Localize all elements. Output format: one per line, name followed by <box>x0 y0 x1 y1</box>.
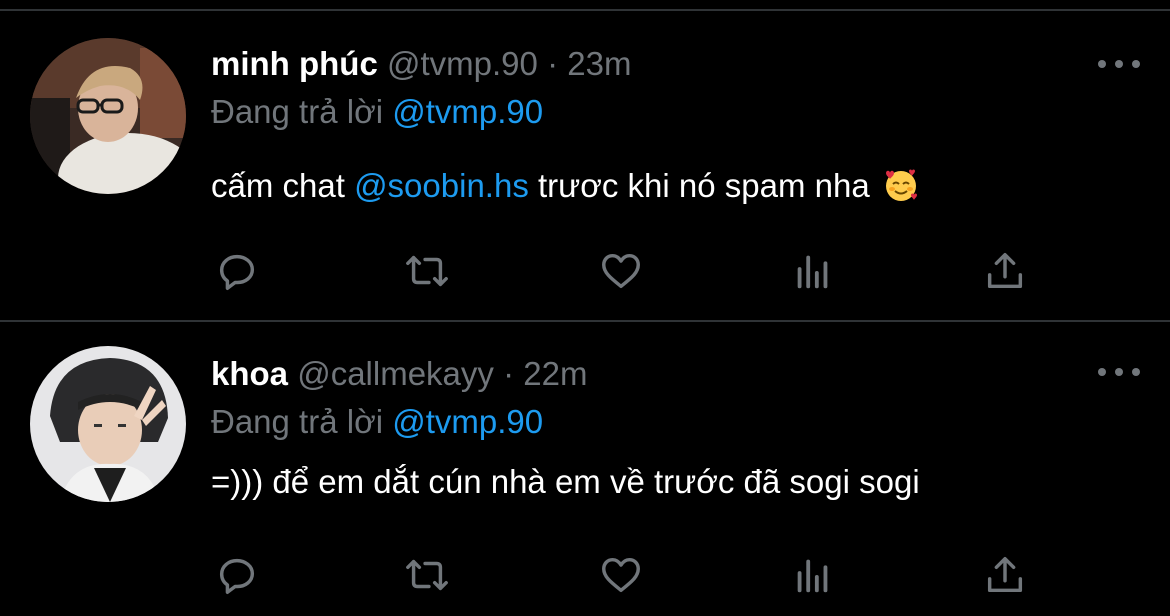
reply-prefix: Đang trả lời <box>211 93 384 130</box>
timestamp[interactable]: 23m <box>567 45 631 82</box>
reply-context: Đang trả lời @tvmp.90 <box>211 92 543 132</box>
analytics-icon[interactable] <box>790 552 836 598</box>
like-icon[interactable] <box>598 248 644 294</box>
tweet-text: =))) để em dắt cún nhà em về trước đã so… <box>211 463 920 500</box>
share-icon[interactable] <box>982 248 1028 294</box>
tweet-text: cấm chat @soobin.hs trươc khi nó spam nh… <box>211 166 919 206</box>
more-options-icon[interactable] <box>1098 362 1140 382</box>
timestamp[interactable]: 22m <box>523 355 587 392</box>
user-handle[interactable]: @tvmp.90 <box>387 45 538 82</box>
tweet-text-part: cấm chat <box>211 167 345 204</box>
more-options-icon[interactable] <box>1098 54 1140 74</box>
reply-to-mention[interactable]: @tvmp.90 <box>392 93 543 130</box>
top-divider <box>0 9 1170 11</box>
tweet[interactable]: khoa @callmekayy · 22m Đang trả lời @tvm… <box>0 322 1170 616</box>
retweet-icon[interactable] <box>404 248 450 294</box>
user-handle[interactable]: @callmekayy <box>297 355 494 392</box>
tweet-text-part: trươc khi nó spam nha <box>538 167 870 204</box>
reply-icon[interactable] <box>214 248 260 294</box>
tweet[interactable]: minh phúc @tvmp.90 · 23m Đang trả lời @t… <box>0 12 1170 320</box>
separator: · <box>547 45 559 82</box>
avatar[interactable] <box>30 38 186 194</box>
display-name[interactable]: khoa <box>211 355 288 392</box>
like-icon[interactable] <box>598 552 644 598</box>
avatar[interactable] <box>30 346 186 502</box>
share-icon[interactable] <box>982 552 1028 598</box>
smiling-face-with-hearts-icon <box>883 167 919 203</box>
tweet-actions <box>0 544 1170 604</box>
reply-to-mention[interactable]: @tvmp.90 <box>392 403 543 440</box>
reply-prefix: Đang trả lời <box>211 403 384 440</box>
analytics-icon[interactable] <box>790 248 836 294</box>
tweet-mention[interactable]: @soobin.hs <box>354 167 529 204</box>
separator: · <box>503 355 515 392</box>
display-name[interactable]: minh phúc <box>211 45 378 82</box>
retweet-icon[interactable] <box>404 552 450 598</box>
reply-icon[interactable] <box>214 552 260 598</box>
tweet-actions <box>0 240 1170 300</box>
tweet-header: khoa @callmekayy · 22m <box>211 354 587 394</box>
tweet-header: minh phúc @tvmp.90 · 23m <box>211 44 631 84</box>
reply-context: Đang trả lời @tvmp.90 <box>211 402 543 442</box>
